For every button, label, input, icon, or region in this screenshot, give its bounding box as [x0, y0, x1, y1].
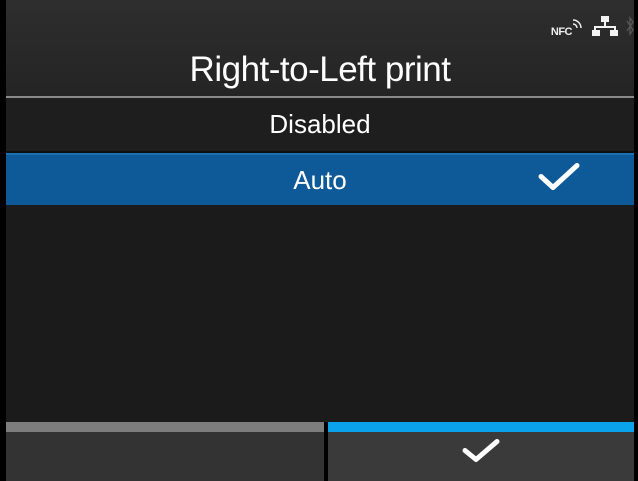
option-label: Auto	[293, 164, 347, 195]
nfc-label: NFC	[550, 26, 573, 38]
left-softkey-indicator	[6, 422, 324, 432]
confirm-softkey[interactable]	[328, 422, 634, 481]
option-disabled[interactable]: Disabled	[6, 98, 634, 153]
checkmark-icon	[462, 439, 500, 468]
checkmark-icon	[538, 163, 580, 198]
bluetooth-icon	[626, 15, 634, 42]
softkey-bar	[6, 422, 634, 481]
options-list: Disabled Auto	[6, 98, 634, 207]
left-softkey[interactable]	[6, 422, 324, 481]
list-empty-area	[6, 205, 634, 422]
status-icons: NFC	[551, 14, 634, 42]
confirm-softkey-indicator	[328, 422, 634, 432]
page-title: Right-to-Left print	[189, 50, 451, 89]
header: NFC Right-to-Left print	[6, 0, 634, 98]
nfc-icon: NFC	[551, 18, 584, 38]
network-icon	[592, 15, 618, 42]
option-label: Disabled	[269, 109, 371, 139]
option-auto[interactable]: Auto	[6, 153, 634, 207]
printer-display: NFC Right-to-Left print Disabled Auto	[0, 0, 638, 481]
